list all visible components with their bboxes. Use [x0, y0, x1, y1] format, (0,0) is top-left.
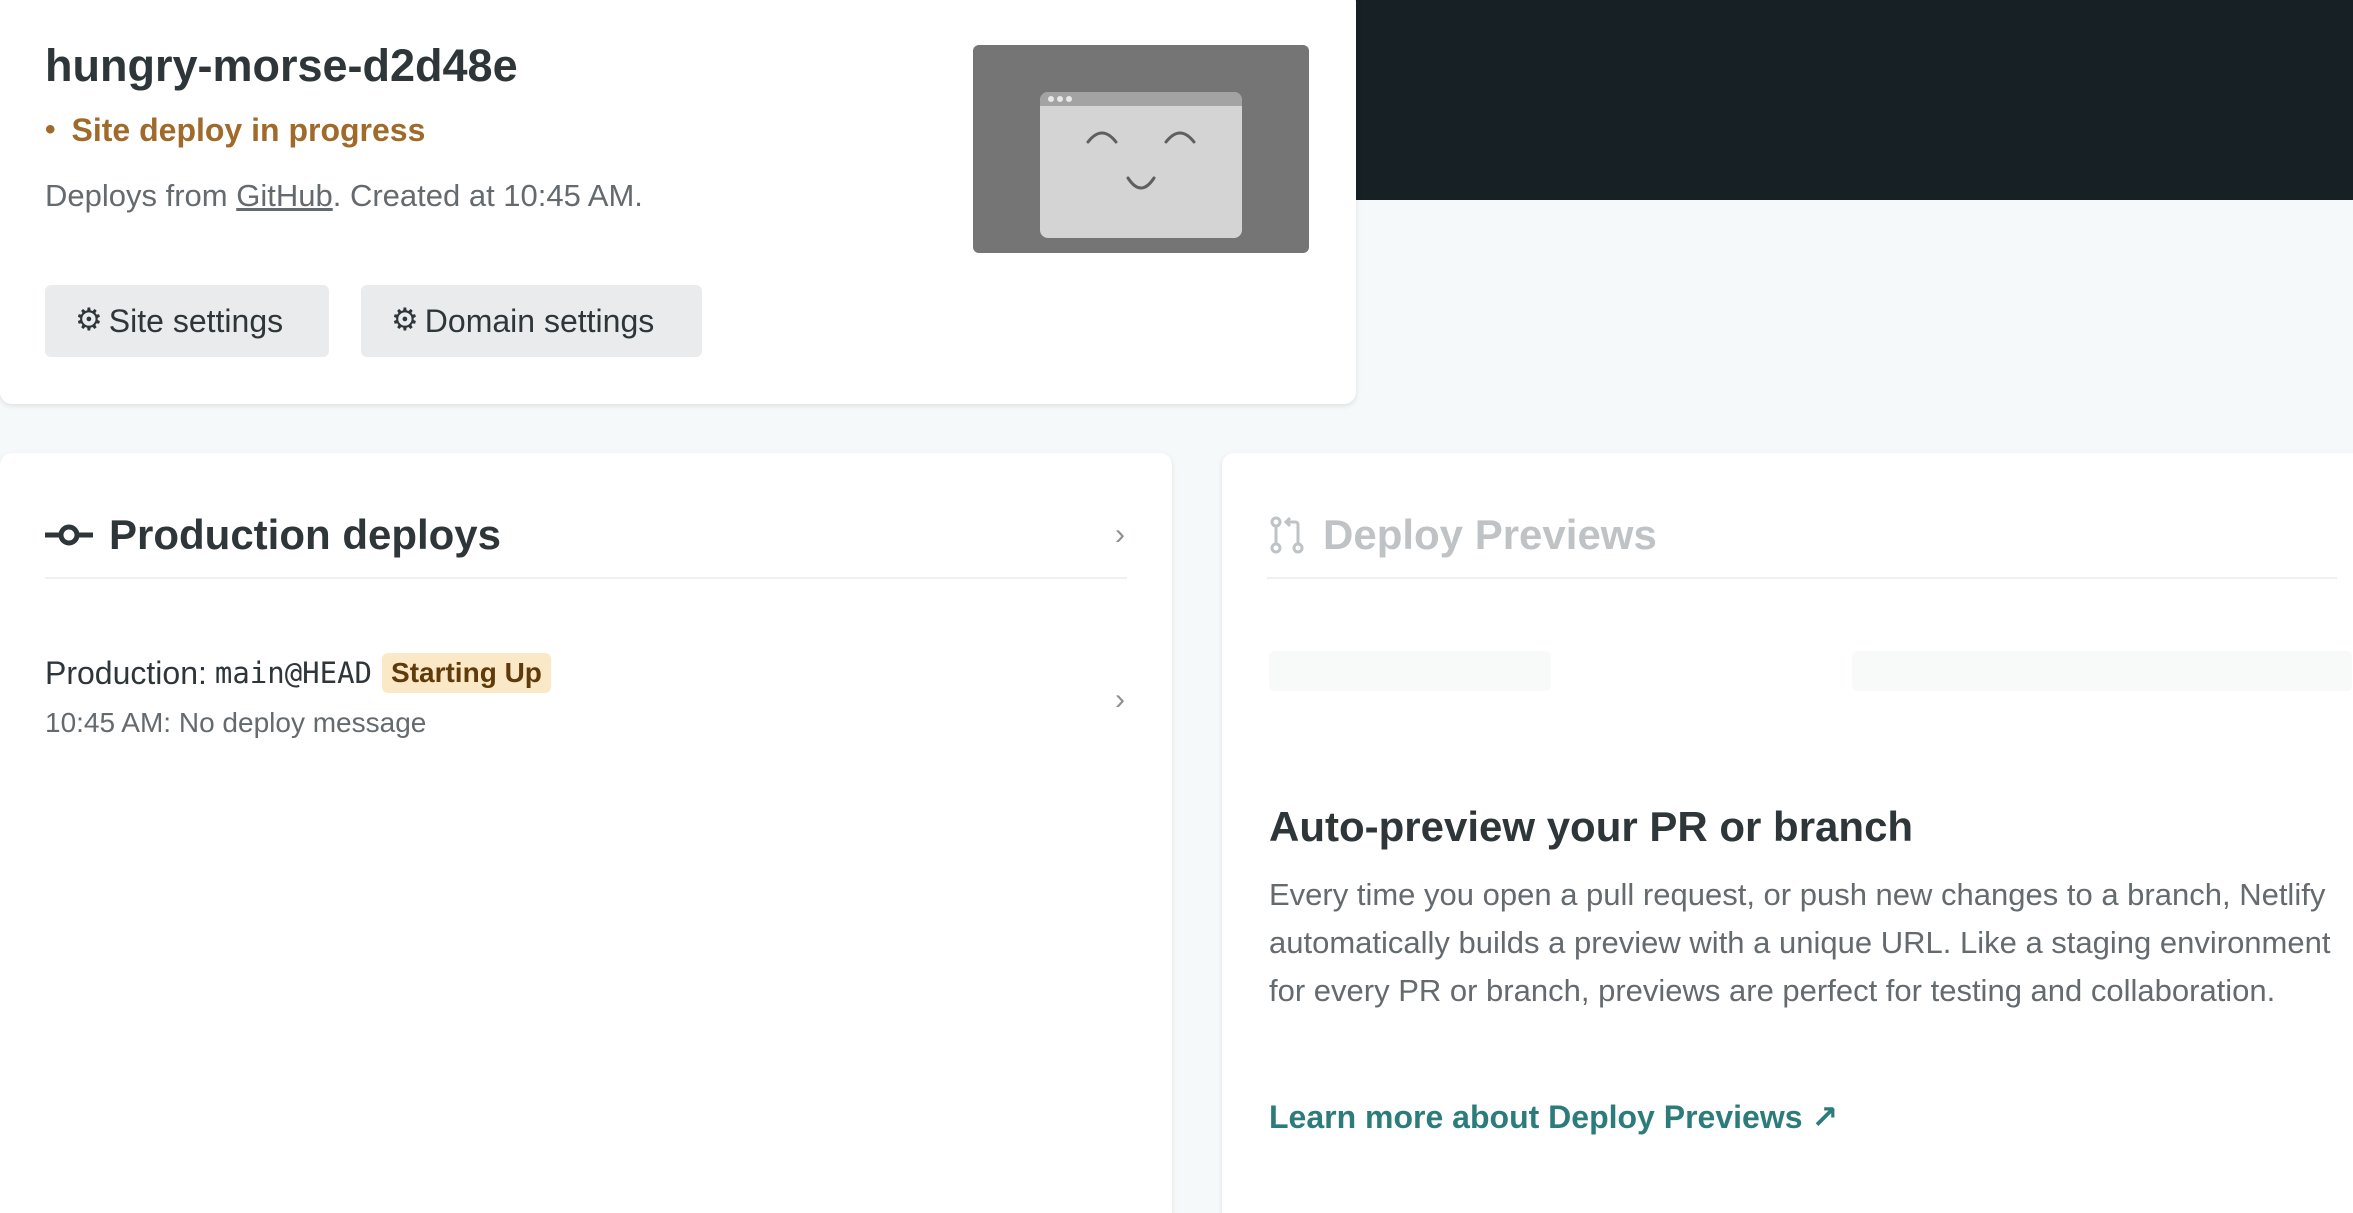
site-preview-thumbnail[interactable]	[973, 45, 1309, 253]
site-overview-card: hungry-morse-d2d48e • Site deploy in pro…	[0, 0, 1356, 404]
loading-placeholder	[1269, 651, 1551, 691]
deploy-summary: Production: main@HEAD Starting Up	[45, 653, 1127, 693]
smiley-face-icon	[1086, 131, 1196, 190]
deploy-previews-title: Deploy Previews	[1323, 511, 1657, 558]
auto-preview-description: Every time you open a pull request, or p…	[1269, 877, 2331, 1008]
deploy-previews-card: Deploy Previews Auto-preview your PR or …	[1222, 453, 2353, 1213]
auto-preview-heading: Auto-preview your PR or branch	[1269, 803, 1914, 850]
gear-icon: ⚙	[391, 302, 419, 337]
deploy-source-prefix: Deploys from	[45, 178, 237, 213]
header-banner	[1355, 0, 2353, 200]
deploy-source-suffix: . Created at 10:45 AM.	[332, 178, 643, 213]
deploy-status: • Site deploy in progress	[45, 112, 425, 149]
loading-placeholder	[1852, 651, 2352, 691]
deploy-status-text: Site deploy in progress	[71, 112, 426, 148]
deploy-branch-ref: main@HEAD	[214, 656, 373, 690]
deploy-list-item[interactable]: Production: main@HEAD Starting Up 10:45 …	[45, 653, 1127, 743]
domain-settings-label: Domain settings	[424, 302, 655, 339]
gear-icon: ⚙	[75, 302, 103, 337]
deploy-message: 10:45 AM: No deploy message	[45, 707, 427, 738]
status-dot: •	[45, 112, 56, 146]
production-deploys-card: Production deploys › Production: main@HE…	[0, 453, 1172, 1213]
pull-request-icon	[1270, 516, 1304, 554]
site-settings-button[interactable]: ⚙ Site settings	[45, 285, 329, 357]
deploy-previews-header: Deploy Previews	[1267, 493, 2337, 579]
chevron-right-icon: ›	[1115, 518, 1125, 551]
deploy-source: Deploys from GitHub. Created at 10:45 AM…	[45, 178, 643, 214]
status-badge: Starting Up	[382, 653, 551, 693]
browser-window-illustration	[1040, 92, 1242, 238]
site-name: hungry-morse-d2d48e	[45, 40, 518, 91]
production-deploys-header[interactable]: Production deploys ›	[45, 493, 1127, 579]
commit-icon	[45, 524, 93, 546]
domain-settings-button[interactable]: ⚙ Domain settings	[361, 285, 702, 357]
deploy-context-label: Production:	[45, 654, 207, 691]
learn-more-link[interactable]: Learn more about Deploy Previews ↗	[1269, 1098, 1838, 1136]
site-settings-label: Site settings	[108, 302, 284, 339]
github-link[interactable]: GitHub	[236, 178, 332, 213]
production-deploys-title: Production deploys	[109, 511, 502, 558]
chevron-right-icon: ›	[1115, 683, 1125, 716]
